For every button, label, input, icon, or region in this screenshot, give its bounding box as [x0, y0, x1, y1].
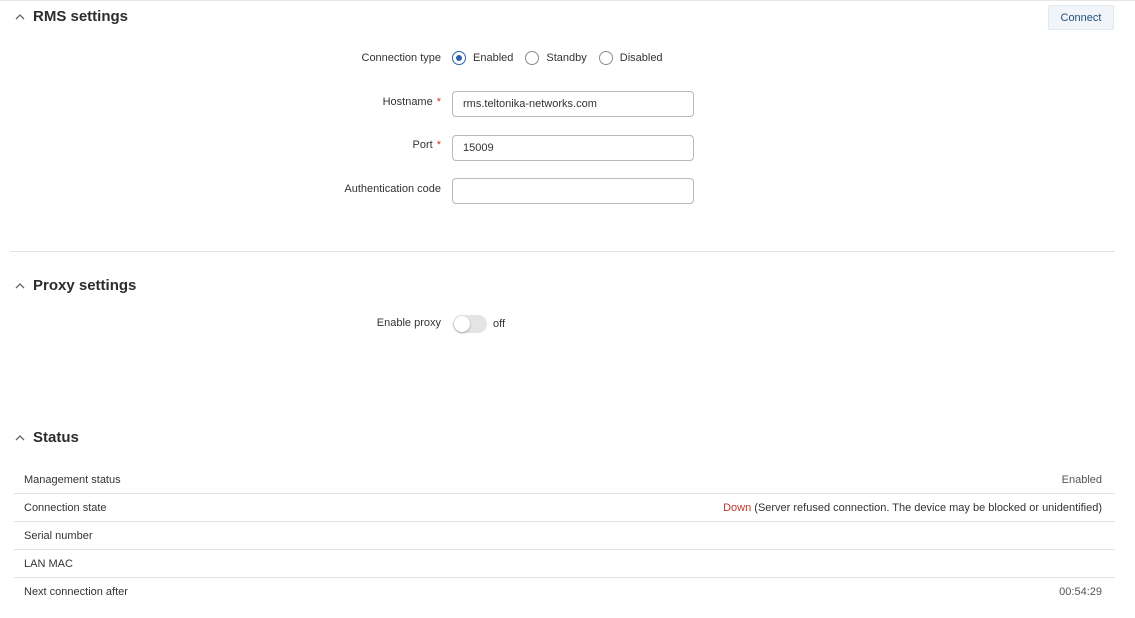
connection-state-value: Down (Server refused connection. The dev… — [723, 502, 1102, 514]
table-row: Serial number — [14, 522, 1115, 550]
auth-code-label: Authentication code — [344, 183, 441, 195]
port-input[interactable] — [452, 135, 694, 161]
management-status-value: Enabled — [1061, 473, 1102, 486]
radio-enabled[interactable] — [452, 51, 466, 65]
table-row: LAN MAC — [14, 550, 1115, 578]
rms-settings-header[interactable]: RMS settings — [14, 8, 128, 25]
hostname-required-mark: * — [436, 96, 441, 108]
hostname-label-text: Hostname — [382, 96, 433, 108]
radio-enabled-label: Enabled — [473, 52, 514, 64]
enable-proxy-toggle-wrap: off — [453, 315, 505, 333]
enable-proxy-label: Enable proxy — [376, 317, 441, 329]
port-required-mark: * — [436, 139, 441, 151]
radio-disabled-label: Disabled — [619, 52, 663, 64]
radio-option-enabled[interactable]: Enabled — [452, 51, 513, 65]
connect-button[interactable]: Connect — [1048, 5, 1114, 30]
status-title: Status — [33, 429, 79, 446]
connection-state-key: Connection state — [24, 501, 107, 514]
lan-mac-key: LAN MAC — [24, 557, 73, 570]
status-table: Management status Enabled Connection sta… — [14, 466, 1115, 606]
section-divider — [10, 251, 1115, 252]
toggle-knob — [454, 316, 470, 332]
next-connection-key: Next connection after — [24, 586, 128, 598]
rms-settings-title: RMS settings — [33, 8, 129, 25]
radio-option-standby[interactable]: Standby — [525, 51, 587, 65]
next-connection-value: 00:54:29 — [1059, 586, 1102, 598]
enable-proxy-state: off — [493, 318, 506, 330]
proxy-settings-title: Proxy settings — [33, 277, 137, 294]
table-row: Management status Enabled — [14, 466, 1115, 494]
hostname-label: Hostname * — [383, 96, 441, 108]
radio-disabled[interactable] — [598, 51, 613, 65]
table-row: Connection state Down (Server refused co… — [14, 494, 1115, 522]
connection-type-radio-group: Enabled Standby Disabled — [452, 51, 675, 65]
table-row: Next connection after 00:54:29 — [14, 578, 1115, 606]
status-header[interactable]: Status — [14, 429, 79, 446]
chevron-up-icon — [14, 280, 26, 292]
auth-code-input[interactable] — [452, 178, 694, 204]
hostname-input[interactable] — [452, 91, 694, 117]
connection-state-down: Down — [723, 501, 752, 514]
chevron-up-icon — [14, 432, 26, 444]
top-border — [0, 0, 1135, 1]
connection-state-detail: (Server refused connection. The device m… — [754, 501, 1102, 514]
proxy-settings-header[interactable]: Proxy settings — [14, 277, 136, 294]
chevron-up-icon — [14, 11, 26, 23]
management-status-key: Management status — [24, 473, 121, 486]
radio-option-disabled[interactable]: Disabled — [598, 51, 663, 65]
serial-number-key: Serial number — [24, 529, 93, 542]
radio-standby[interactable] — [525, 51, 540, 65]
radio-standby-label: Standby — [546, 52, 587, 64]
port-label: Port * — [413, 139, 441, 151]
connection-type-label: Connection type — [361, 52, 442, 64]
enable-proxy-toggle[interactable] — [453, 315, 487, 333]
port-label-text: Port — [412, 139, 433, 151]
